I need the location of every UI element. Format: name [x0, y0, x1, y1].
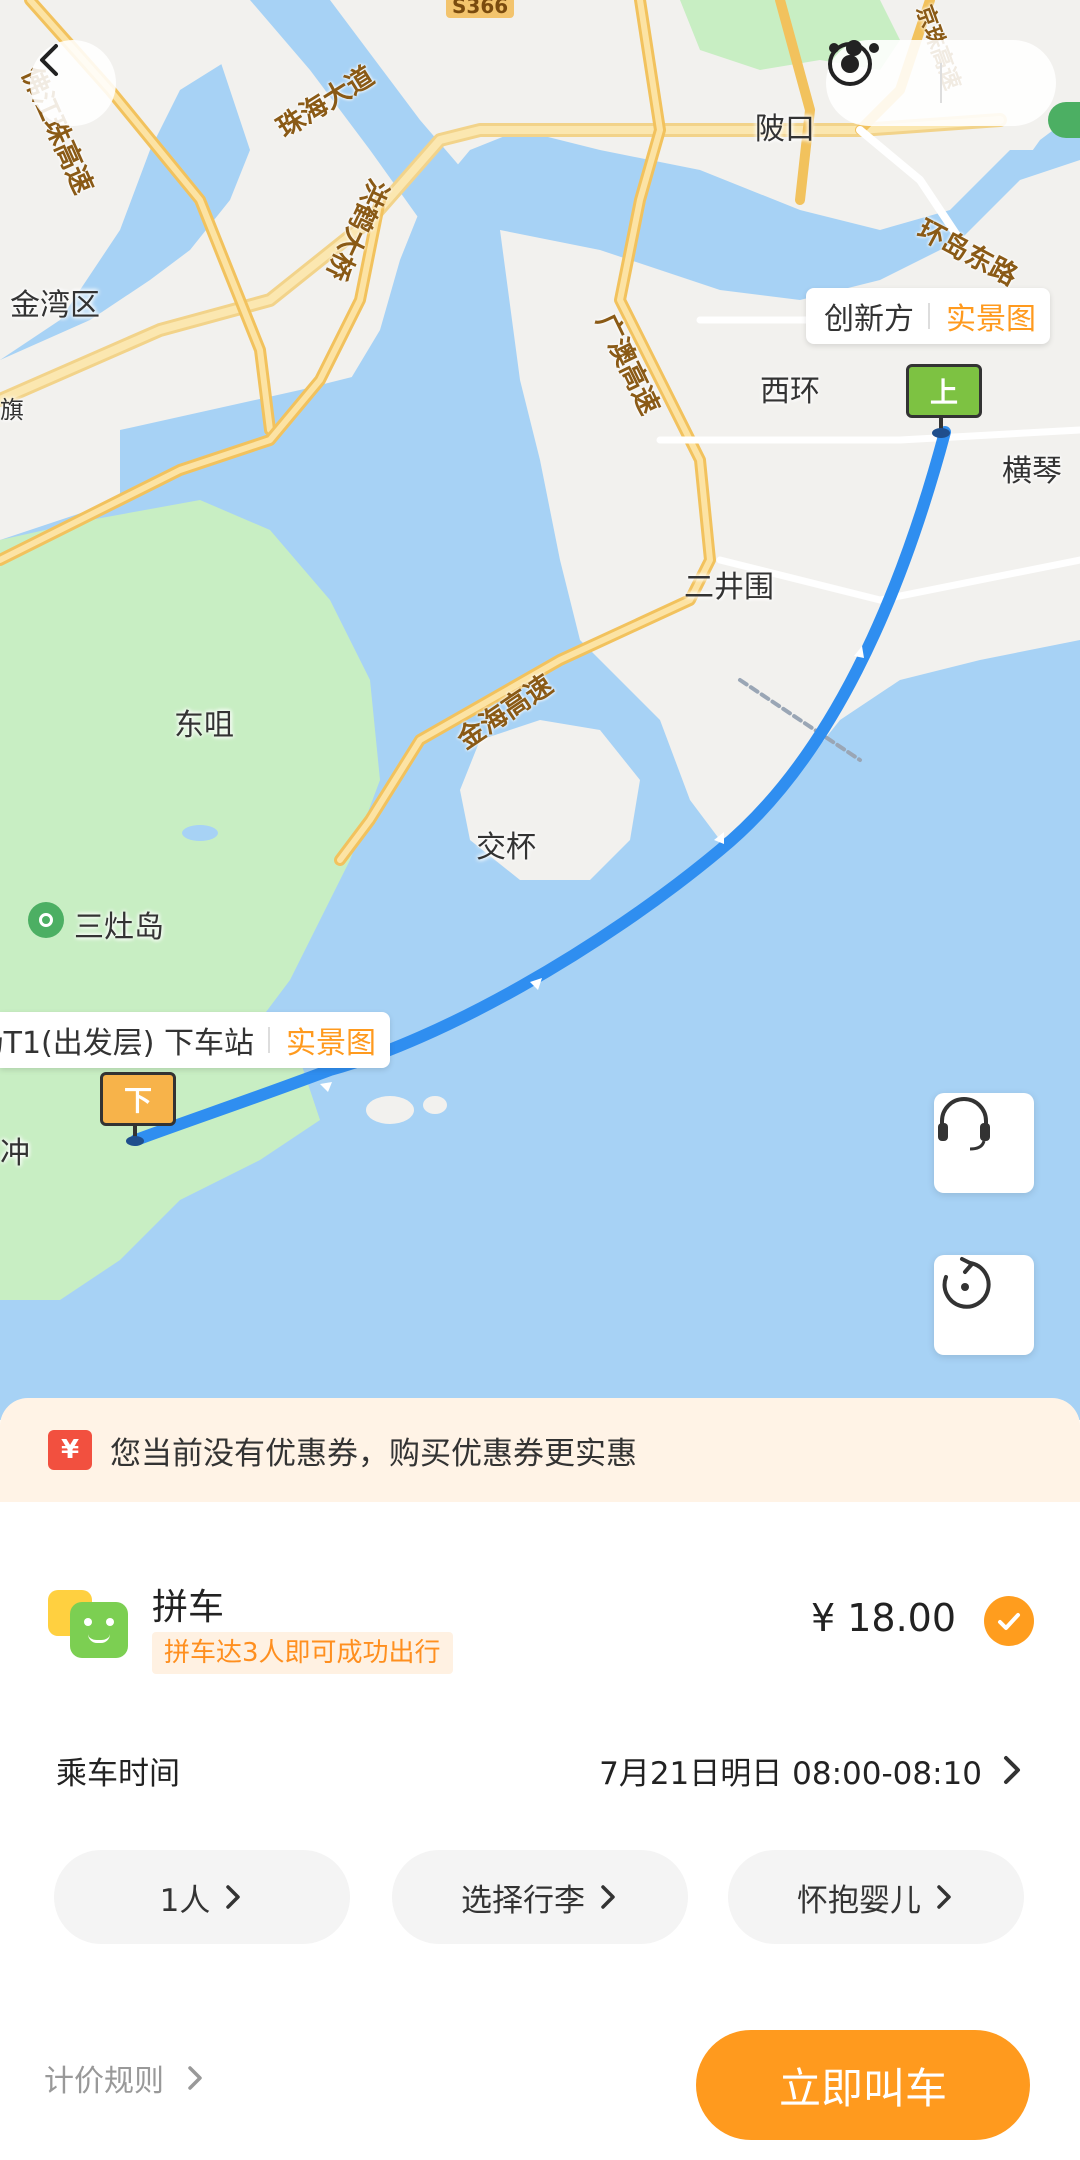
chevron-right-icon [1004, 1756, 1020, 1784]
pricing-rules-label: 计价规则 [44, 2064, 164, 2099]
passengers-label: 1人 [159, 1882, 211, 1919]
yuan-coupon-icon: ¥ [48, 1430, 92, 1470]
map-label-erjingwei: 二井围 [684, 570, 774, 605]
pricing-rules-link[interactable]: 计价规则 [44, 2056, 204, 2100]
map-label-jiaobei: 交杯 [476, 830, 536, 865]
dropoff-pin[interactable]: 下 [100, 1072, 176, 1126]
map-label-xihuan: 西环 [760, 374, 820, 409]
coupon-text: 您当前没有优惠券，购买优惠券更实惠 [110, 1435, 637, 1472]
headset-icon [938, 1097, 990, 1151]
options-chips: 1人 选择行李 怀抱婴儿 [0, 1850, 1080, 1946]
close-target-button[interactable] [828, 40, 1056, 126]
ride-price: ¥ 18.00 [810, 1596, 956, 1640]
map-label-jinwan: 金湾区 [10, 288, 100, 323]
road-label-s366: S366 [446, 0, 515, 18]
dropoff-station-name: 机场T1(出发层) 下车站 [0, 1026, 254, 1061]
map-label-chong: 冲 [0, 1136, 30, 1171]
pickup-callout[interactable]: 创新方 实景图 [806, 288, 1050, 344]
coupon-banner[interactable]: ¥ 您当前没有优惠券，购买优惠券更实惠 [0, 1398, 1080, 1502]
chevron-right-icon [226, 1885, 241, 1909]
carpool-icon [48, 1584, 132, 1664]
dropoff-callout[interactable]: 机场T1(出发层) 下车站 实景图 [0, 1012, 390, 1068]
ride-title: 拼车 [152, 1587, 225, 1628]
mini-program-capsule [826, 40, 1056, 126]
call-car-button[interactable]: 立即叫车 [696, 2030, 1030, 2140]
selected-check-icon[interactable] [984, 1596, 1034, 1646]
customer-service-button[interactable] [934, 1093, 1034, 1193]
ride-time-label: 乘车时间 [56, 1755, 180, 1792]
chevron-right-icon [601, 1885, 615, 1909]
refresh-button[interactable] [934, 1255, 1034, 1355]
infant-chip[interactable]: 怀抱婴儿 [728, 1850, 1024, 1944]
back-arrow-icon [40, 44, 58, 76]
order-sheet: 拼车 拼车达3人即可成功出行 ¥ 18.00 乘车时间 7月21日明日 08:0… [0, 1502, 1080, 2160]
bottom-bar: 计价规则 立即叫车 [0, 2022, 1080, 2142]
infant-label: 怀抱婴儿 [797, 1882, 921, 1919]
map-view[interactable]: 金湾区 陂口 西环 横琴 二井围 东咀 交杯 三灶岛 冲 旗 S366 佛江珠高… [0, 0, 1080, 1420]
map-label-hengqin: 横琴 [1002, 454, 1062, 489]
luggage-label: 选择行李 [461, 1882, 585, 1919]
camera-poi-icon [28, 902, 64, 938]
pickup-station-name: 创新方 [824, 302, 914, 337]
ride-option-carpool[interactable]: 拼车 拼车达3人即可成功出行 ¥ 18.00 [0, 1572, 1080, 1682]
luggage-chip[interactable]: 选择行李 [392, 1850, 688, 1944]
dropoff-view-link[interactable]: 实景图 [270, 1018, 390, 1062]
pickup-view-link[interactable]: 实景图 [930, 294, 1050, 338]
map-label-dongju: 东咀 [174, 708, 234, 743]
ride-time-value: 7月21日明日 08:00-08:10 [599, 1755, 982, 1792]
ride-tag: 拼车达3人即可成功出行 [152, 1632, 453, 1674]
map-label-qi: 旗 [0, 396, 24, 424]
passengers-chip[interactable]: 1人 [54, 1850, 350, 1944]
ride-time-row[interactable]: 乘车时间 7月21日明日 08:00-08:10 [0, 1730, 1080, 1810]
target-icon [828, 42, 872, 86]
back-button[interactable] [30, 40, 116, 126]
chevron-right-icon [937, 1885, 951, 1909]
map-label-sanzaodao: 三灶岛 [74, 910, 164, 945]
chevron-right-icon [188, 2066, 202, 2090]
refresh-icon [942, 1257, 991, 1309]
map-label-linkou: 陂口 [755, 112, 815, 147]
map-canvas [0, 0, 1080, 1300]
pickup-pin[interactable]: 上 [906, 364, 982, 418]
